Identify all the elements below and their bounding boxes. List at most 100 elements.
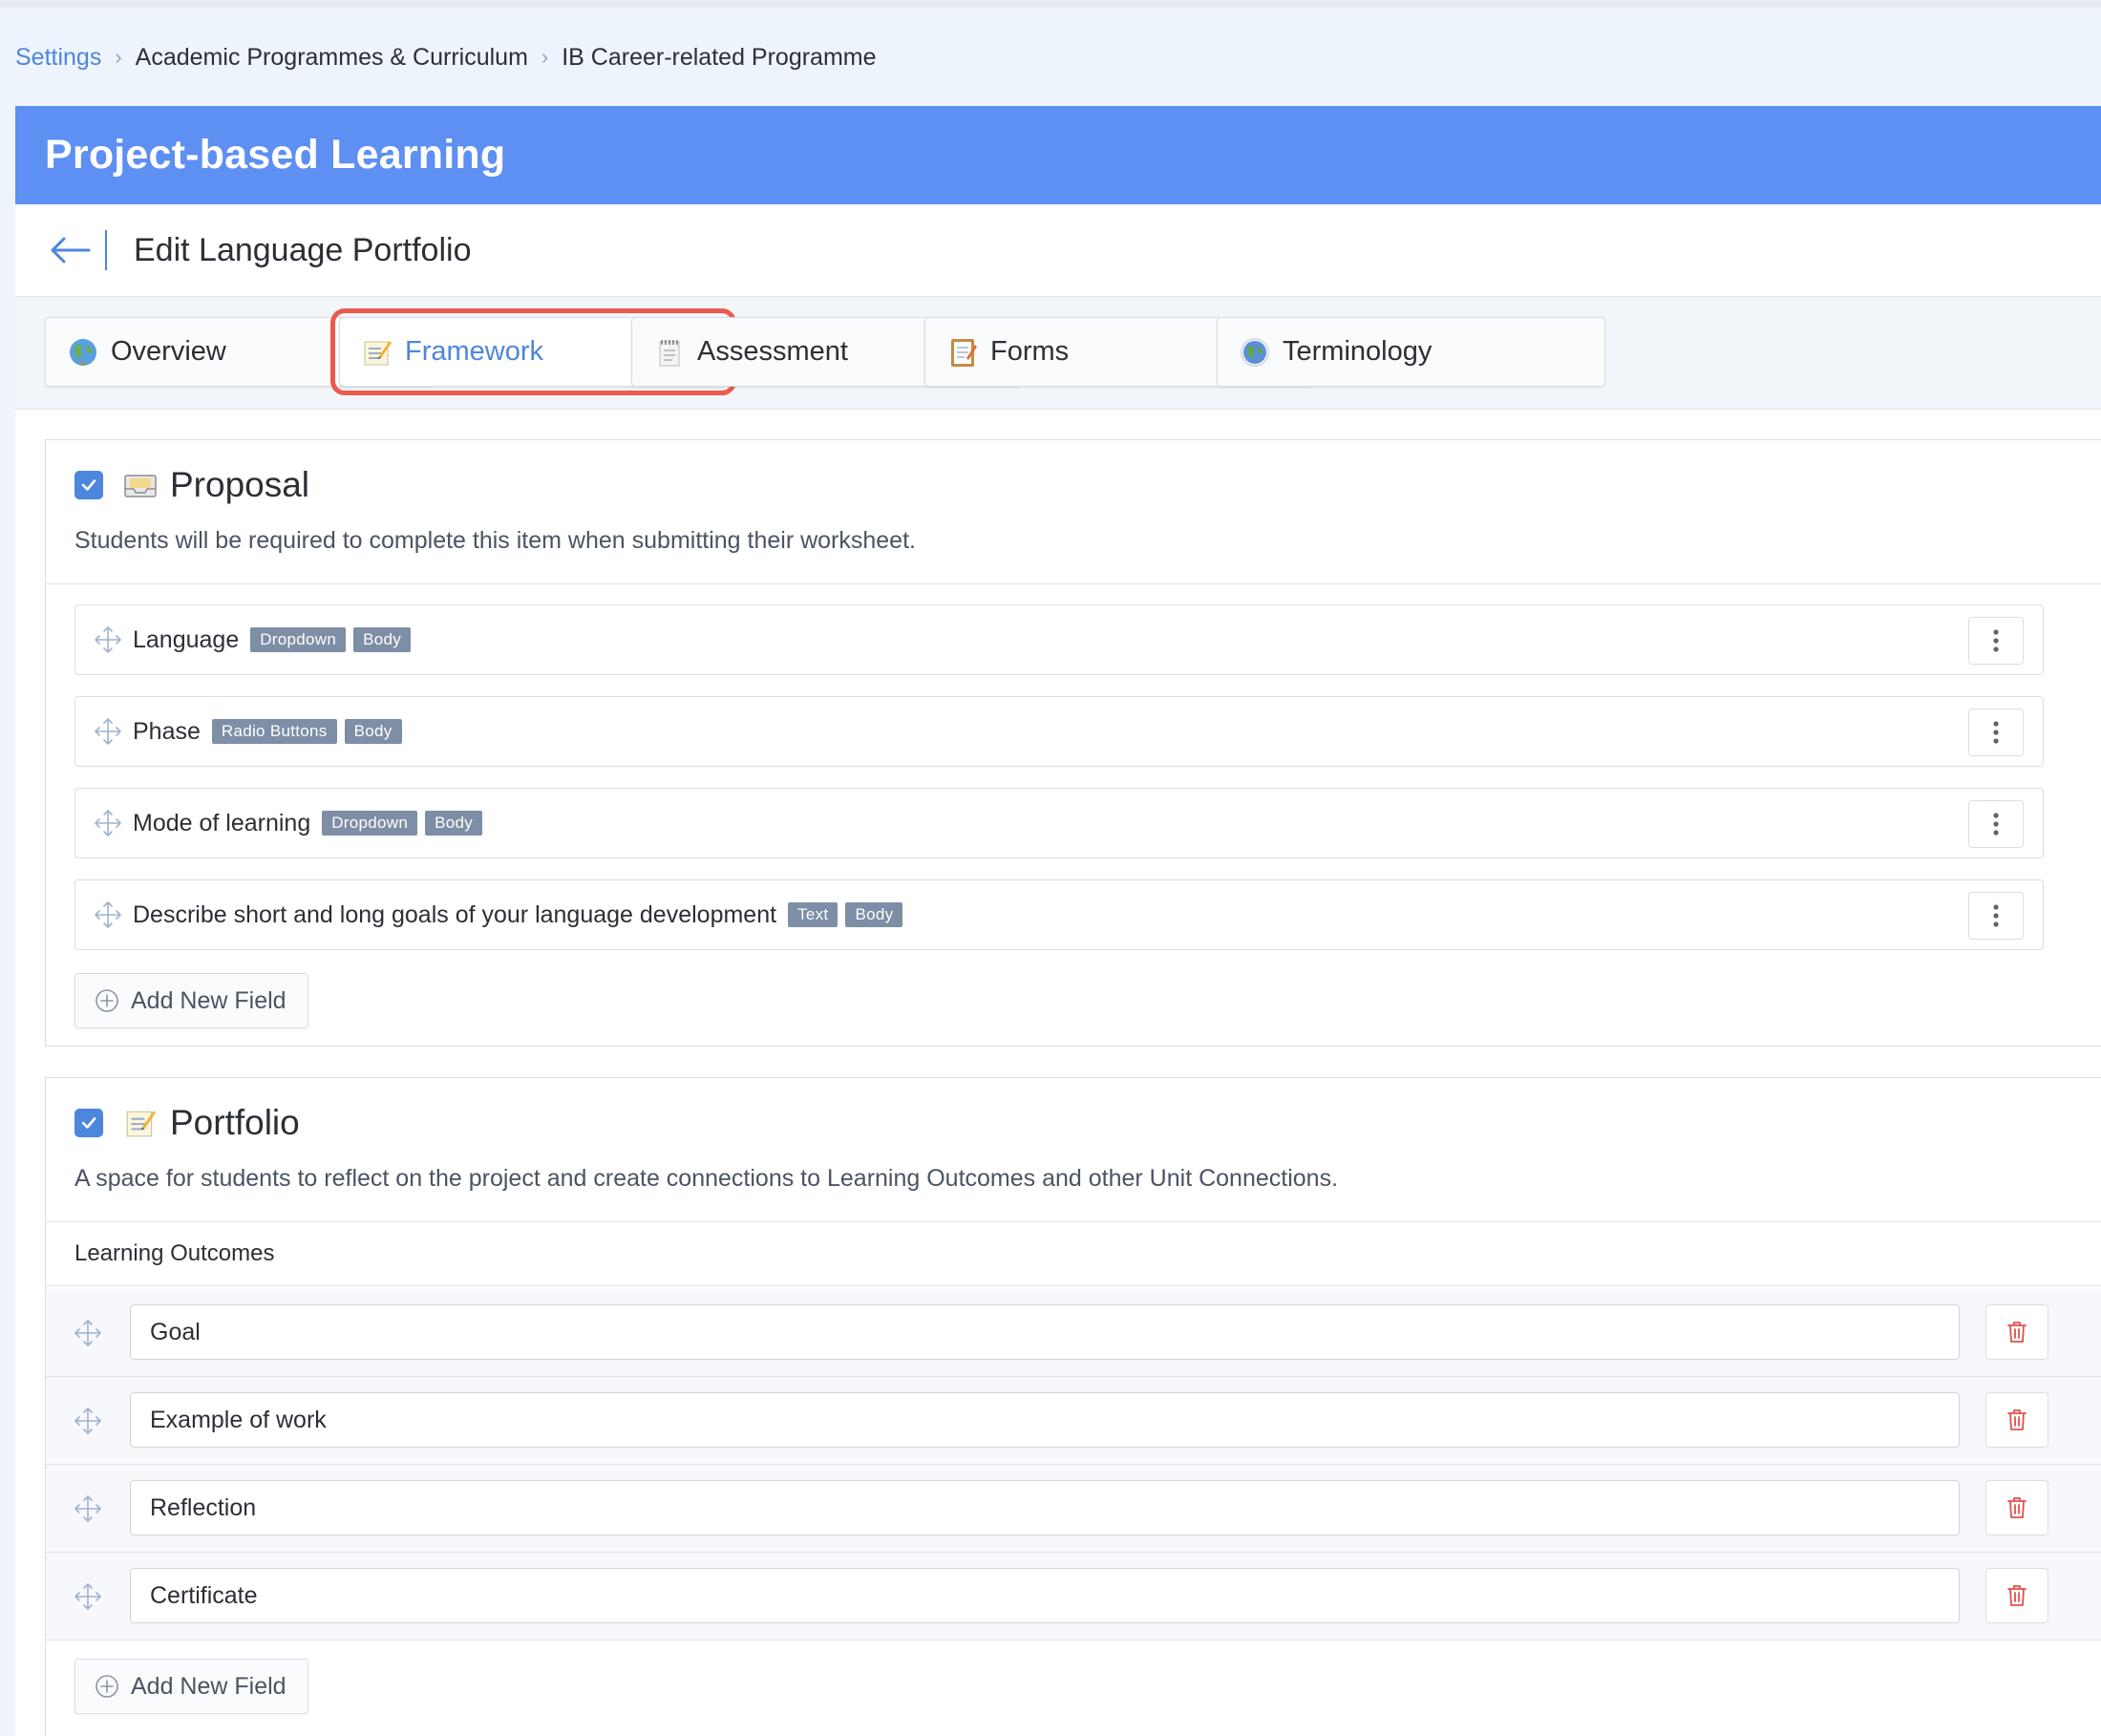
header-divider bbox=[105, 230, 107, 270]
field-location-badge: Body bbox=[425, 811, 483, 836]
field-actions bbox=[1957, 605, 2043, 676]
drag-handle-icon[interactable] bbox=[73, 1493, 103, 1524]
delete-outcome-button[interactable] bbox=[1985, 1480, 2048, 1535]
field-name: Language bbox=[133, 625, 240, 653]
trash-icon bbox=[2007, 1585, 2027, 1606]
portfolio-header: Portfolio A space for students to reflec… bbox=[46, 1078, 2101, 1222]
field-menu-button[interactable] bbox=[1968, 892, 2024, 940]
kebab-icon bbox=[1993, 721, 1999, 744]
tab-label: Assessment bbox=[697, 336, 848, 367]
proposal-checkbox[interactable] bbox=[74, 471, 103, 499]
add-field-label: Add New Field bbox=[131, 1672, 286, 1700]
tab-label: Forms bbox=[990, 336, 1070, 367]
breadcrumb: Settings › Academic Programmes & Curricu… bbox=[15, 40, 877, 74]
back-button[interactable] bbox=[40, 222, 99, 279]
field-actions bbox=[1957, 789, 2043, 859]
learning-outcome-row bbox=[46, 1377, 2101, 1465]
field-location-badge: Body bbox=[344, 719, 402, 744]
kebab-icon bbox=[1993, 629, 1999, 652]
delete-outcome-button[interactable] bbox=[1985, 1568, 2048, 1623]
check-icon bbox=[81, 479, 96, 491]
tab-label: Terminology bbox=[1283, 336, 1432, 367]
memo-icon bbox=[361, 336, 393, 369]
proposal-title: Proposal bbox=[170, 465, 310, 504]
earth-icon bbox=[1239, 336, 1271, 369]
learning-outcome-input[interactable] bbox=[130, 1304, 1960, 1360]
learning-outcome-input[interactable] bbox=[130, 1392, 1960, 1448]
learning-outcomes-header: Learning Outcomes bbox=[46, 1222, 2101, 1286]
field-actions bbox=[1957, 880, 2043, 951]
field-name: Describe short and long goals of your la… bbox=[133, 900, 777, 928]
main-card: Project-based Learning Edit Language Por… bbox=[15, 106, 2101, 1736]
learning-outcome-row bbox=[46, 1289, 2101, 1377]
field-row-mode-of-learning[interactable]: Mode of learning Dropdown Body bbox=[74, 788, 2044, 858]
kebab-icon bbox=[1993, 904, 1999, 927]
check-icon bbox=[81, 1117, 96, 1129]
drag-handle-icon[interactable] bbox=[73, 1318, 103, 1348]
portfolio-title: Portfolio bbox=[170, 1103, 300, 1142]
learning-outcome-input[interactable] bbox=[130, 1568, 1960, 1623]
page-title: Project-based Learning bbox=[45, 132, 506, 178]
drag-handle-icon[interactable] bbox=[93, 808, 123, 838]
top-edge bbox=[0, 0, 2101, 8]
portfolio-checkbox[interactable] bbox=[74, 1109, 103, 1137]
proposal-description: Students will be required to complete th… bbox=[74, 527, 916, 554]
field-menu-button[interactable] bbox=[1968, 709, 2024, 756]
drag-handle-icon[interactable] bbox=[93, 900, 123, 930]
plus-circle-icon bbox=[95, 988, 119, 1013]
breadcrumb-ib-career-related: IB Career-related Programme bbox=[562, 43, 877, 71]
drag-handle-icon[interactable] bbox=[93, 716, 123, 747]
proposal-add-field-button[interactable]: Add New Field bbox=[74, 973, 308, 1028]
portfolio-add-field-button[interactable]: Add New Field bbox=[74, 1659, 308, 1714]
chevron-right-icon: › bbox=[115, 45, 122, 69]
proposal-header: Proposal Students will be required to co… bbox=[46, 440, 2101, 584]
field-row-phase[interactable]: Phase Radio Buttons Body bbox=[74, 696, 2044, 767]
field-type-badge: Text bbox=[788, 902, 838, 927]
edit-title: Edit Language Portfolio bbox=[134, 231, 472, 268]
page-banner: Project-based Learning bbox=[15, 106, 2101, 204]
trash-icon bbox=[2007, 1322, 2027, 1343]
field-name: Phase bbox=[133, 717, 201, 745]
arrow-left-icon bbox=[51, 237, 91, 264]
breadcrumb-academic-programmes[interactable]: Academic Programmes & Curriculum bbox=[136, 44, 528, 72]
proposal-section: Proposal Students will be required to co… bbox=[45, 439, 2101, 1047]
plus-circle-icon bbox=[95, 1674, 119, 1699]
delete-outcome-button[interactable] bbox=[1985, 1392, 2048, 1448]
tab-terminology[interactable]: Terminology bbox=[1217, 317, 1605, 387]
field-type-badge: Radio Buttons bbox=[211, 719, 337, 744]
field-type-badge: Dropdown bbox=[322, 811, 418, 836]
breadcrumb-settings-link[interactable]: Settings bbox=[15, 44, 101, 72]
field-menu-button[interactable] bbox=[1968, 617, 2024, 665]
field-type-badge: Dropdown bbox=[250, 627, 347, 652]
tabs-bar: Overview Framework Assessment Forms Term… bbox=[15, 297, 2101, 410]
trash-icon bbox=[2007, 1409, 2027, 1430]
drag-handle-icon[interactable] bbox=[73, 1406, 103, 1436]
chevron-right-icon: › bbox=[541, 45, 549, 69]
portfolio-section: Portfolio A space for students to reflec… bbox=[45, 1077, 2101, 1736]
tab-label: Framework bbox=[405, 336, 544, 367]
notepad-icon bbox=[653, 336, 686, 369]
edit-header: Edit Language Portfolio bbox=[15, 204, 2101, 297]
field-row-describe-goals[interactable]: Describe short and long goals of your la… bbox=[74, 879, 2044, 950]
tab-label: Overview bbox=[111, 336, 226, 367]
inbox-icon bbox=[122, 468, 159, 502]
field-location-badge: Body bbox=[845, 902, 903, 927]
add-field-label: Add New Field bbox=[131, 986, 286, 1014]
learning-outcome-row bbox=[46, 1553, 2101, 1641]
learning-outcome-input[interactable] bbox=[130, 1480, 1960, 1535]
learning-outcome-row bbox=[46, 1465, 2101, 1553]
field-row-language[interactable]: Language Dropdown Body bbox=[74, 604, 2044, 675]
globe-icon bbox=[67, 336, 99, 369]
memo-icon bbox=[122, 1106, 159, 1140]
delete-outcome-button[interactable] bbox=[1985, 1304, 2048, 1360]
kebab-icon bbox=[1993, 813, 1999, 836]
clipboard-icon bbox=[946, 336, 979, 369]
field-location-badge: Body bbox=[353, 627, 412, 652]
field-menu-button[interactable] bbox=[1968, 800, 2024, 848]
portfolio-description: A space for students to reflect on the p… bbox=[74, 1165, 1339, 1192]
drag-handle-icon[interactable] bbox=[73, 1581, 103, 1612]
field-actions bbox=[1957, 697, 2043, 768]
trash-icon bbox=[2007, 1497, 2027, 1518]
field-name: Mode of learning bbox=[133, 809, 311, 836]
drag-handle-icon[interactable] bbox=[93, 625, 123, 655]
